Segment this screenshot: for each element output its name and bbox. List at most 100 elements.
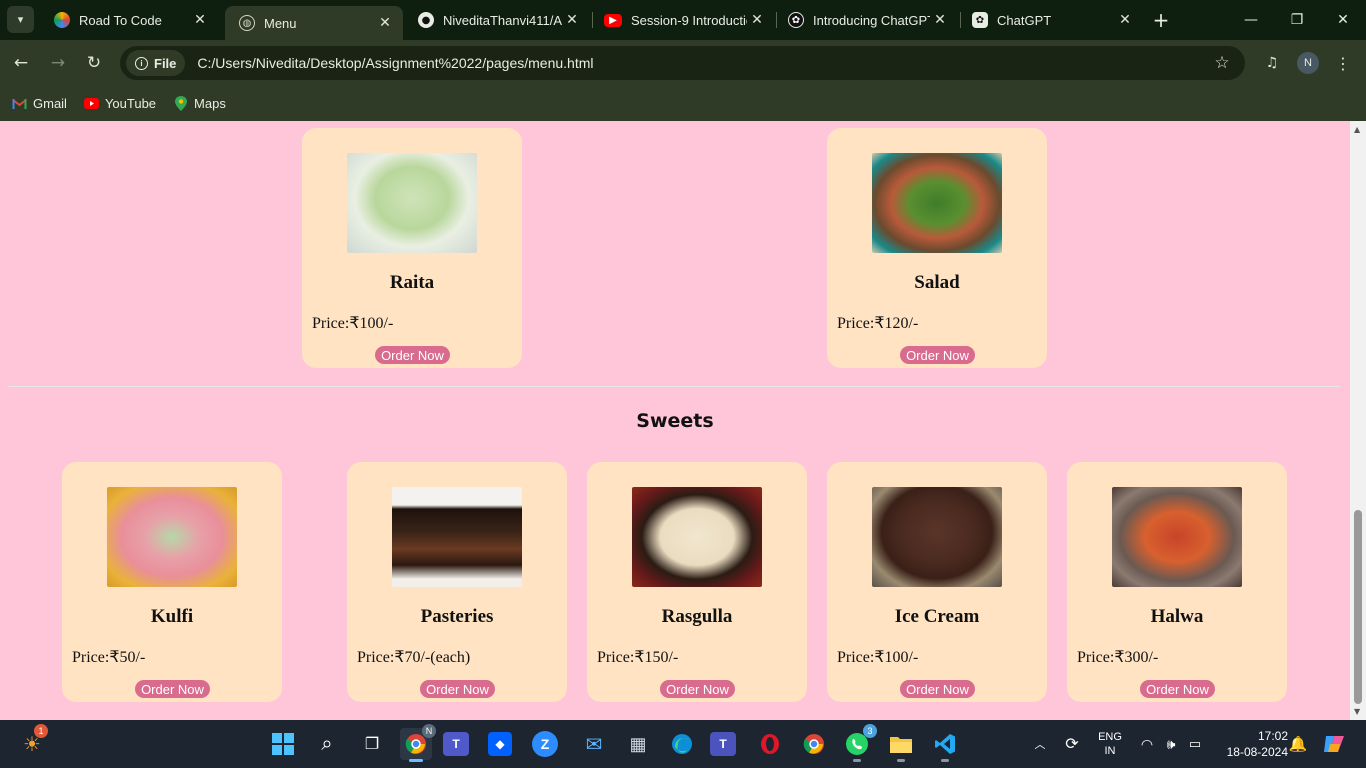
tab-session-9[interactable]: ▶ Session-9 Introductio ✕ bbox=[590, 0, 775, 40]
bookmark-maps[interactable]: Maps bbox=[173, 96, 226, 111]
salad-image bbox=[872, 153, 1002, 253]
close-icon[interactable]: ✕ bbox=[1115, 10, 1135, 30]
bookmarks-bar: Gmail YouTube Maps bbox=[0, 86, 1366, 121]
sync-icon[interactable]: ⟳ bbox=[1058, 720, 1086, 768]
vscode-icon[interactable] bbox=[929, 728, 961, 762]
tab-introducing-chatgpt[interactable]: ✿ Introducing ChatGPT ✕ bbox=[774, 0, 958, 40]
github-icon: ● bbox=[418, 12, 434, 28]
battery-icon[interactable]: ▭ bbox=[1184, 720, 1206, 768]
order-now-button[interactable]: Order Now bbox=[375, 346, 450, 364]
tab-road-to-code[interactable]: Road To Code ✕ bbox=[40, 0, 218, 40]
start-button[interactable] bbox=[267, 728, 299, 760]
clock[interactable]: 17:02 18-08-2024 bbox=[1212, 720, 1288, 768]
bookmark-label: YouTube bbox=[104, 96, 157, 111]
clock-date: 18-08-2024 bbox=[1226, 745, 1288, 759]
order-now-button[interactable]: Order Now bbox=[420, 680, 495, 698]
volume-icon[interactable]: 🕪 bbox=[1160, 720, 1182, 768]
tab-title: Introducing ChatGPT bbox=[813, 12, 930, 28]
order-now-button[interactable]: Order Now bbox=[135, 680, 210, 698]
site-info-chip[interactable]: i File bbox=[126, 50, 186, 76]
chevron-down-icon: ▾ bbox=[17, 13, 24, 26]
calculator-icon[interactable]: ▦ bbox=[622, 728, 654, 760]
order-now-button[interactable]: Order Now bbox=[660, 680, 735, 698]
tab-chatgpt[interactable]: ✿ ChatGPT ✕ bbox=[958, 0, 1143, 40]
scroll-down-icon[interactable]: ▼ bbox=[1354, 707, 1360, 716]
task-view-button[interactable]: ❐ bbox=[356, 728, 388, 760]
whatsapp-icon[interactable]: 3 bbox=[841, 724, 877, 762]
edge-icon[interactable] bbox=[666, 728, 698, 760]
back-button[interactable]: ← bbox=[6, 48, 36, 78]
mail-icon[interactable]: ✉ bbox=[578, 728, 610, 760]
notification-badge: 1 bbox=[34, 724, 48, 738]
close-icon[interactable]: ✕ bbox=[375, 13, 395, 33]
tab-github[interactable]: ● NiveditaThanvi411/As ✕ bbox=[404, 0, 590, 40]
bookmark-gmail[interactable]: Gmail bbox=[12, 96, 67, 111]
tab-title: Menu bbox=[264, 15, 297, 31]
new-tab-button[interactable]: + bbox=[1149, 8, 1173, 32]
url-text[interactable]: C:/Users/Nivedita/Desktop/Assignment%202… bbox=[197, 55, 1207, 71]
plus-icon: + bbox=[1152, 8, 1170, 32]
item-price: Price:₹70/-(each) bbox=[357, 649, 471, 666]
tab-title: NiveditaThanvi411/As bbox=[443, 12, 562, 28]
item-price: Price:₹100/- bbox=[837, 649, 919, 666]
close-window-button[interactable]: ✕ bbox=[1320, 0, 1366, 40]
teams-work-icon[interactable]: T bbox=[710, 732, 736, 756]
section-divider bbox=[8, 386, 1340, 387]
copilot-icon[interactable] bbox=[1320, 720, 1348, 768]
menu-card-kulfi: Kulfi Price:₹50/- Order Now bbox=[62, 462, 282, 702]
section-title-sweets: Sweets bbox=[636, 410, 714, 432]
pastry-image bbox=[392, 487, 522, 587]
taskbar-chrome-active[interactable]: N bbox=[400, 724, 436, 762]
opera-icon[interactable] bbox=[754, 728, 786, 760]
wifi-icon[interactable]: ◠ bbox=[1136, 720, 1158, 768]
avatar[interactable]: N bbox=[1297, 52, 1319, 74]
weather-widget[interactable]: ☀ 1 bbox=[16, 724, 48, 760]
notification-bell-icon[interactable]: 🔔 bbox=[1289, 720, 1308, 768]
item-name: Salad bbox=[914, 272, 960, 293]
show-hidden-icons-button[interactable]: ︿ bbox=[1030, 720, 1050, 768]
item-price: Price:₹150/- bbox=[597, 649, 679, 666]
order-now-button[interactable]: Order Now bbox=[1140, 680, 1215, 698]
close-icon[interactable]: ✕ bbox=[930, 10, 950, 30]
teams-icon[interactable]: T bbox=[443, 732, 469, 756]
rasgulla-image bbox=[632, 487, 762, 587]
bookmark-youtube[interactable]: YouTube bbox=[83, 96, 157, 111]
tab-search-button[interactable]: ▾ bbox=[7, 6, 34, 33]
dropbox-icon[interactable]: ◆ bbox=[488, 732, 512, 756]
menu-card-pasteries: Pasteries Price:₹70/-(each) Order Now bbox=[347, 462, 567, 702]
close-icon[interactable]: ✕ bbox=[562, 10, 582, 30]
language-indicator[interactable]: ENG IN bbox=[1092, 720, 1128, 768]
tab-strip: ▾ Road To Code ✕ ◍ Menu ✕ ● NiveditaThan… bbox=[0, 0, 1366, 40]
zoom-icon[interactable]: Z bbox=[532, 731, 558, 757]
tab-menu[interactable]: ◍ Menu ✕ bbox=[225, 6, 403, 40]
file-explorer-icon[interactable] bbox=[885, 728, 917, 762]
bookmark-label: Maps bbox=[194, 96, 226, 111]
forward-button[interactable]: → bbox=[43, 48, 73, 78]
scheme-label: File bbox=[154, 55, 177, 71]
chrome-icon[interactable] bbox=[798, 728, 830, 760]
language-code: ENG bbox=[1098, 731, 1122, 743]
order-now-button[interactable]: Order Now bbox=[900, 346, 975, 364]
page-scrollbar[interactable]: ▲ ▼ bbox=[1350, 121, 1366, 720]
kebab-menu-icon[interactable]: ⋮ bbox=[1331, 51, 1355, 75]
arrow-left-icon: ← bbox=[13, 53, 29, 73]
reload-button[interactable]: ↻ bbox=[79, 48, 109, 78]
search-button[interactable]: ⌕ bbox=[311, 728, 343, 760]
item-name: Halwa bbox=[1150, 606, 1204, 627]
item-price: Price:₹120/- bbox=[837, 315, 919, 332]
close-icon[interactable]: ✕ bbox=[747, 10, 767, 30]
media-control-icon[interactable]: ♫ bbox=[1260, 51, 1284, 75]
raita-image bbox=[347, 153, 477, 253]
address-bar[interactable]: i File C:/Users/Nivedita/Desktop/Assignm… bbox=[120, 46, 1245, 80]
minimize-button[interactable]: — bbox=[1228, 0, 1274, 40]
order-now-button[interactable]: Order Now bbox=[900, 680, 975, 698]
bookmark-star-icon[interactable]: ☆ bbox=[1207, 48, 1237, 78]
close-icon[interactable]: ✕ bbox=[190, 10, 210, 30]
youtube-icon: ▶ bbox=[604, 13, 622, 27]
item-name: Raita bbox=[389, 272, 435, 293]
item-name: Kulfi bbox=[150, 606, 194, 627]
scrollbar-thumb[interactable] bbox=[1354, 510, 1362, 704]
restore-button[interactable]: ❐ bbox=[1274, 0, 1320, 40]
windows-taskbar: ☀ 1 ⌕ ❐ N T ◆ Z ✉ ▦ T 3 ︿ ⟳ ENG IN ◠ 🕪 ▭… bbox=[0, 720, 1366, 768]
scroll-up-icon[interactable]: ▲ bbox=[1354, 125, 1360, 134]
